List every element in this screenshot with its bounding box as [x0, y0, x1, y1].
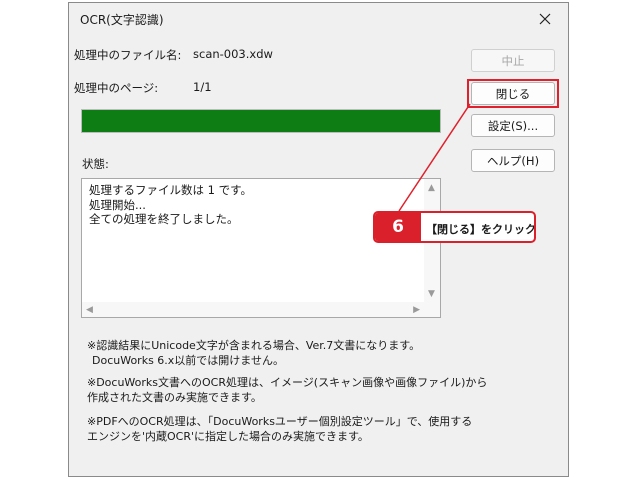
callout-leader-line	[398, 103, 471, 212]
instruction-text: 【閉じる】をクリック	[426, 223, 536, 236]
instruction-callout: 6 【閉じる】をクリック	[373, 211, 536, 243]
step-number-badge: 6	[375, 213, 421, 241]
